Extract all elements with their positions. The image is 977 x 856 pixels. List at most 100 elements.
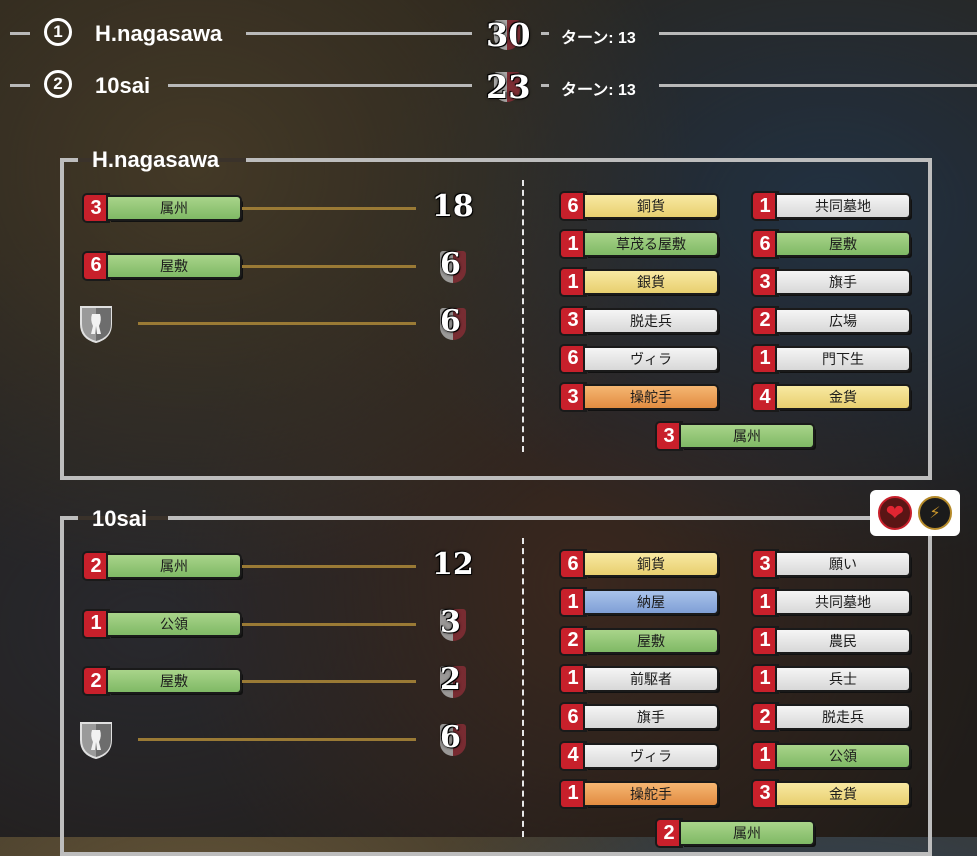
deck-card: 2 広場: [753, 307, 909, 334]
card-name: 納屋: [585, 591, 717, 614]
card-name: 広場: [777, 309, 909, 332]
card-name: 脱走兵: [777, 706, 909, 729]
card-name: 属州: [681, 425, 813, 448]
card-count: 3: [753, 551, 777, 577]
card-count: 1: [753, 627, 777, 654]
card-count: 1: [84, 610, 108, 637]
card-count: 3: [753, 269, 777, 296]
panel-title: H.nagasawa: [92, 147, 220, 172]
deck-card: 3 操舵手: [561, 384, 717, 410]
category-card: 2 属州: [84, 553, 240, 579]
score-connector: [138, 322, 416, 325]
deck-card: 1 草茂る屋敷: [561, 231, 717, 258]
card-name: 屋敷: [108, 254, 240, 277]
shield-icon: [80, 721, 112, 759]
category-score: 18: [432, 189, 474, 224]
card-name: 兵士: [777, 667, 909, 690]
card-count: 1: [753, 665, 777, 692]
deck-card: 1 門下生: [753, 345, 909, 372]
deck-card: 1 銀貨: [561, 269, 717, 296]
card-count: 6: [561, 193, 585, 219]
card-name: 農民: [777, 629, 909, 652]
ranking-row-2: 2 10sai 23 ターン: 13: [0, 66, 977, 106]
card-count: 3: [561, 307, 585, 334]
card-name: 前駆者: [585, 667, 717, 690]
card-count: 6: [84, 252, 108, 279]
score-connector: [242, 264, 416, 268]
card-count: 1: [753, 193, 777, 219]
card-name: 金貨: [777, 386, 909, 408]
card-name: ヴィラ: [585, 744, 717, 767]
card-name: 草茂る屋敷: [585, 233, 717, 256]
card-name: ヴィラ: [585, 347, 717, 370]
card-name: 金貨: [777, 782, 909, 805]
card-count: 1: [561, 780, 585, 807]
card-count: 1: [753, 589, 777, 616]
deck-card: 6 銅貨: [561, 551, 717, 577]
deck-card: 6 旗手: [561, 704, 717, 731]
score-connector: [242, 622, 416, 626]
card-name: 銀貨: [585, 271, 717, 294]
deck-card: 2 屋敷: [561, 627, 717, 654]
card-name: 公領: [108, 612, 240, 635]
card-name: 脱走兵: [585, 309, 717, 332]
card-count: 2: [753, 307, 777, 334]
card-count: 2: [561, 627, 585, 654]
deck-card: 3 旗手: [753, 269, 909, 296]
card-name: 操舵手: [585, 386, 717, 408]
card-name: 旗手: [777, 271, 909, 294]
card-name: 操舵手: [585, 782, 717, 805]
deck-card: 1 共同墓地: [753, 193, 909, 219]
category-score: 6: [440, 719, 461, 755]
card-count: 6: [753, 231, 777, 258]
deck-card: 3 属州: [657, 423, 813, 450]
card-name: 屋敷: [777, 233, 909, 256]
deck-card: 1 操舵手: [561, 780, 717, 807]
rank-badge: 2: [44, 70, 72, 98]
deck-card: 4 金貨: [753, 384, 909, 410]
card-name: 旗手: [585, 706, 717, 729]
deck-card: 3 金貨: [753, 780, 909, 807]
card-name: 屋敷: [108, 670, 240, 692]
deck-card: 1 共同墓地: [753, 589, 909, 616]
category-score: 3: [440, 604, 461, 640]
score-connector: [242, 680, 416, 683]
category-score: 6: [440, 246, 461, 282]
card-count: 3: [561, 384, 585, 410]
panel-divider: [522, 180, 524, 452]
deck-card: 2 属州: [657, 820, 813, 847]
total-score: 30: [486, 16, 531, 54]
card-count: 6: [561, 345, 585, 372]
card-count: 1: [561, 665, 585, 692]
category-card: 6 屋敷: [84, 252, 240, 279]
turn-count: ターン: 13: [561, 82, 636, 99]
card-name: 屋敷: [585, 629, 717, 652]
ranking-row-1: 1 H.nagasawa 30 ターン: 13: [0, 14, 977, 54]
card-count: 4: [753, 384, 777, 410]
score-connector: [242, 207, 416, 210]
card-name: 属州: [681, 822, 813, 845]
card-count: 3: [657, 423, 681, 450]
player-name: 10sai: [95, 73, 151, 98]
category-card: 1 公領: [84, 610, 240, 637]
category-card: 3 属州: [84, 195, 240, 221]
heart-icon[interactable]: ❤: [878, 496, 912, 530]
panel-title: 10sai: [92, 506, 148, 531]
card-name: 銅貨: [585, 195, 717, 217]
total-score: 23: [486, 68, 531, 106]
deck-card: 1 農民: [753, 627, 909, 654]
deck-card: 6 屋敷: [753, 231, 909, 258]
card-count: 2: [753, 704, 777, 731]
deck-card: 3 脱走兵: [561, 307, 717, 334]
category-score: 2: [440, 662, 461, 697]
card-count: 1: [753, 742, 777, 769]
card-name: 共同墓地: [777, 195, 909, 217]
turn-count: ターン: 13: [561, 30, 636, 47]
card-name: 公領: [777, 744, 909, 767]
shield-icon: [80, 306, 112, 344]
bolt-icon[interactable]: ⚡: [918, 496, 952, 530]
category-card: 2 屋敷: [84, 668, 240, 694]
card-count: 2: [657, 820, 681, 847]
score-connector: [138, 737, 416, 741]
deck-card: 6 銅貨: [561, 193, 717, 219]
